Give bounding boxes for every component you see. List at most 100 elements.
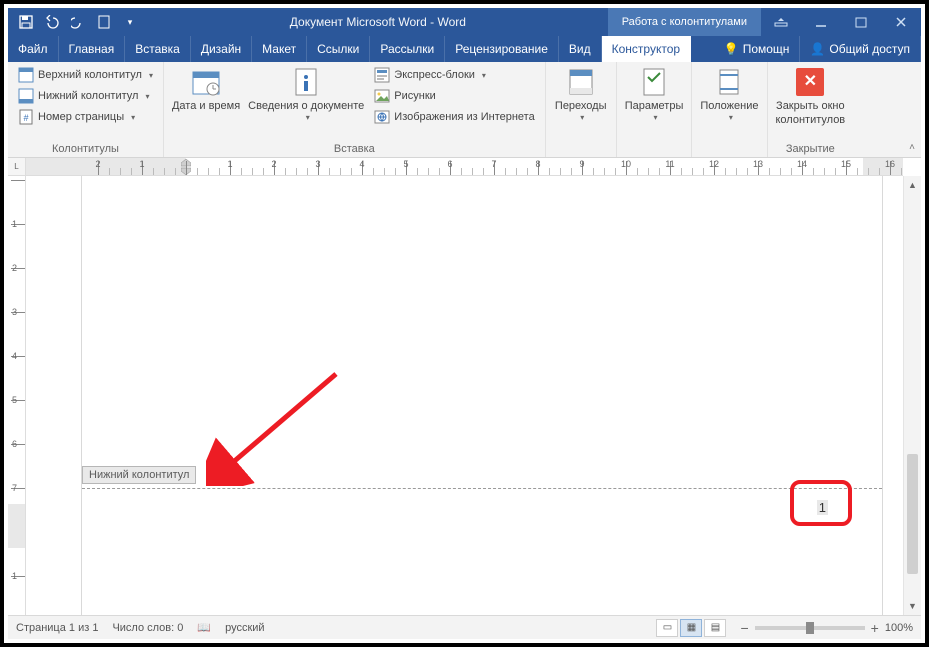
- scroll-down-button[interactable]: ▼: [904, 597, 921, 615]
- web-layout-button[interactable]: ▤: [704, 619, 726, 637]
- zoom-in-button[interactable]: +: [871, 620, 879, 636]
- online-pictures-button[interactable]: Изображения из Интернета: [372, 108, 536, 126]
- bulb-icon: 💡: [724, 42, 739, 56]
- title-bar: ▾ Документ Microsoft Word - Word Работа …: [8, 8, 921, 36]
- qat-customize-button[interactable]: ▾: [118, 10, 142, 34]
- save-button[interactable]: [14, 10, 38, 34]
- group-navigation: Переходы: [546, 62, 617, 157]
- online-pictures-label: Изображения из Интернета: [394, 111, 534, 123]
- footer-label: Нижний колонтитул: [38, 90, 138, 102]
- document-canvas[interactable]: Нижний колонтитул 1: [26, 176, 903, 615]
- view-buttons: ▭ ▦ ▤: [656, 619, 726, 637]
- group-label-close: Закрытие: [776, 141, 846, 155]
- position-button[interactable]: Положение: [700, 66, 758, 123]
- pictures-label: Рисунки: [394, 90, 436, 102]
- header-label: Верхний колонтитул: [38, 69, 142, 81]
- new-doc-button[interactable]: [92, 10, 116, 34]
- vertical-ruler[interactable]: 12345671: [8, 176, 26, 615]
- tab-review[interactable]: Рецензирование: [445, 36, 559, 62]
- ribbon-tabs: Файл Главная Вставка Дизайн Макет Ссылки…: [8, 36, 921, 62]
- print-layout-button[interactable]: ▦: [680, 619, 702, 637]
- position-icon: [713, 66, 745, 98]
- header-icon: [18, 67, 34, 83]
- tab-mailings[interactable]: Рассылки: [370, 36, 445, 62]
- close-label-1: Закрыть окно: [776, 100, 845, 112]
- status-word-count[interactable]: Число слов: 0: [112, 622, 183, 634]
- contextual-tab-title: Работа с колонтитулами: [608, 8, 761, 36]
- scroll-up-button[interactable]: ▲: [904, 176, 921, 194]
- annotation-highlight-box: [790, 480, 852, 526]
- vertical-scrollbar[interactable]: ▲ ▼: [903, 176, 921, 615]
- group-label-hf: Колонтитулы: [16, 141, 155, 155]
- tab-file[interactable]: Файл: [8, 36, 59, 62]
- goto-icon: [565, 66, 597, 98]
- goto-button[interactable]: Переходы: [554, 66, 608, 123]
- ribbon-options-button[interactable]: [761, 8, 801, 36]
- share-button[interactable]: 👤Общий доступ: [800, 36, 921, 62]
- tell-me-label: Помощн: [743, 42, 790, 56]
- zoom-slider[interactable]: [755, 626, 865, 630]
- page-number-button[interactable]: #Номер страницы: [16, 108, 155, 126]
- tab-layout[interactable]: Макет: [252, 36, 307, 62]
- tell-me-button[interactable]: 💡 Помощн: [714, 36, 801, 62]
- zoom-out-button[interactable]: −: [740, 620, 748, 636]
- collapse-ribbon-button[interactable]: ˄: [903, 62, 921, 157]
- read-mode-button[interactable]: ▭: [656, 619, 678, 637]
- undo-button[interactable]: [40, 10, 64, 34]
- horizontal-ruler[interactable]: 2112345678910111213141516: [26, 158, 903, 176]
- maximize-button[interactable]: [841, 8, 881, 36]
- tab-insert[interactable]: Вставка: [125, 36, 191, 62]
- quick-access-toolbar: ▾: [8, 10, 148, 34]
- close-window-button[interactable]: [881, 8, 921, 36]
- online-pictures-icon: [374, 109, 390, 125]
- tab-references[interactable]: Ссылки: [307, 36, 370, 62]
- svg-text:#: #: [23, 113, 28, 123]
- footer-boundary-line: [82, 488, 882, 489]
- close-label-2: колонтитулов: [776, 114, 846, 126]
- scroll-thumb[interactable]: [907, 454, 918, 574]
- position-label: Положение: [700, 100, 758, 112]
- ribbon: Верхний колонтитул Нижний колонтитул #Но…: [8, 62, 921, 158]
- group-position: Положение: [692, 62, 767, 157]
- page-number-icon: #: [18, 109, 34, 125]
- quickparts-button[interactable]: Экспресс-блоки: [372, 66, 536, 84]
- group-close: ✕ Закрыть окно колонтитулов Закрытие: [768, 62, 854, 157]
- docinfo-button[interactable]: Сведения о документе: [248, 66, 364, 123]
- zoom-thumb[interactable]: [806, 622, 814, 634]
- zoom-value[interactable]: 100%: [885, 622, 913, 634]
- options-label: Параметры: [625, 100, 684, 112]
- footer-icon: [18, 88, 34, 104]
- window-title: Документ Microsoft Word - Word: [148, 15, 608, 29]
- options-icon: [638, 66, 670, 98]
- calendar-icon: [190, 66, 222, 98]
- group-label-insert: Вставка: [172, 141, 537, 155]
- options-button[interactable]: Параметры: [625, 66, 684, 123]
- datetime-button[interactable]: Дата и время: [172, 66, 240, 112]
- proofing-icon[interactable]: 📖: [197, 621, 211, 634]
- tab-designer[interactable]: Конструктор: [602, 36, 691, 62]
- pictures-icon: [374, 88, 390, 104]
- group-label-options: [625, 153, 684, 155]
- annotation-arrow-icon: [206, 366, 346, 486]
- close-header-footer-button[interactable]: ✕ Закрыть окно колонтитулов: [776, 66, 846, 126]
- group-label-nav: [554, 153, 608, 155]
- status-page[interactable]: Страница 1 из 1: [16, 622, 98, 634]
- footer-tag: Нижний колонтитул: [82, 466, 196, 484]
- header-button[interactable]: Верхний колонтитул: [16, 66, 155, 84]
- close-x-icon: ✕: [796, 68, 824, 96]
- scroll-track[interactable]: [904, 194, 921, 597]
- pictures-button[interactable]: Рисунки: [372, 87, 536, 105]
- quickparts-icon: [374, 67, 390, 83]
- ruler-corner[interactable]: L: [8, 158, 26, 176]
- redo-button[interactable]: [66, 10, 90, 34]
- tab-design[interactable]: Дизайн: [191, 36, 252, 62]
- footer-button[interactable]: Нижний колонтитул: [16, 87, 155, 105]
- minimize-button[interactable]: [801, 8, 841, 36]
- tab-home[interactable]: Главная: [59, 36, 126, 62]
- status-bar: Страница 1 из 1 Число слов: 0 📖 русский …: [8, 615, 921, 639]
- group-header-footer: Верхний колонтитул Нижний колонтитул #Но…: [8, 62, 164, 157]
- tab-view[interactable]: Вид: [559, 36, 602, 62]
- status-language[interactable]: русский: [225, 622, 264, 634]
- quickparts-label: Экспресс-блоки: [394, 69, 475, 81]
- group-label-position: [700, 153, 758, 155]
